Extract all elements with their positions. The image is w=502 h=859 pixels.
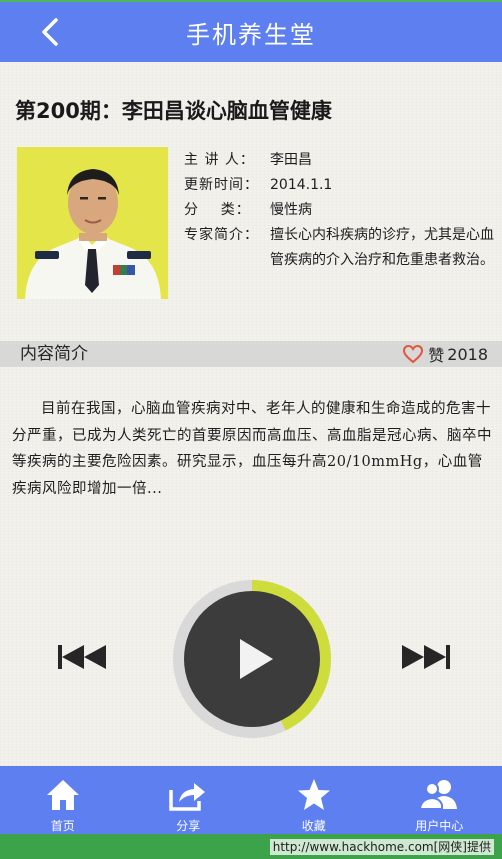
expert-bio: 擅长心内科疾病的诊疗，尤其是心血管疾病的介入治疗和危重患者救治。 xyxy=(270,227,494,268)
tab-home-label: 首页 xyxy=(50,819,75,833)
speaker-row: 主 讲 人： 李田昌 xyxy=(184,148,494,173)
updated-value: 2014.1.1 xyxy=(270,177,333,193)
speaker-value: 李田昌 xyxy=(270,152,312,168)
next-button[interactable] xyxy=(400,643,452,671)
category-label: 分 类： xyxy=(184,202,251,218)
tab-share[interactable]: 分享 xyxy=(133,766,243,834)
heart-icon xyxy=(403,344,424,364)
back-button[interactable] xyxy=(28,14,72,50)
back-chevron-icon xyxy=(42,18,58,46)
updated-label: 更新时间： xyxy=(184,177,259,193)
speaker-label: 主 讲 人： xyxy=(184,152,255,168)
watermark-text: http://www.hackhome.com[网侠]提供 xyxy=(269,839,494,855)
tab-user-center[interactable]: 用户中心 xyxy=(384,766,494,834)
like-label: 赞 xyxy=(428,346,445,365)
updated-row: 更新时间： 2014.1.1 xyxy=(184,173,494,198)
tab-share-label: 分享 xyxy=(176,819,201,833)
star-icon xyxy=(294,778,334,812)
like-button[interactable]: 赞 2018 xyxy=(402,342,488,366)
like-count: 2018 xyxy=(447,344,488,364)
bottom-tab-bar: 首页 分享 收藏 用户中心 xyxy=(0,766,502,834)
expert-label: 专家简介： xyxy=(184,227,259,243)
play-icon xyxy=(240,639,273,679)
audio-player xyxy=(0,575,502,738)
users-icon xyxy=(419,778,459,812)
previous-button[interactable] xyxy=(58,643,108,671)
category-row: 分 类： 慢性病 xyxy=(184,198,494,223)
tab-home[interactable]: 首页 xyxy=(8,766,118,834)
app-header: 手机养生堂 xyxy=(0,2,502,62)
tab-favorites[interactable]: 收藏 xyxy=(259,766,369,834)
home-icon xyxy=(43,778,83,812)
category-value: 慢性病 xyxy=(270,202,312,218)
tab-favorites-label: 收藏 xyxy=(301,819,326,833)
expert-row: 专家简介： 擅长心内科疾病的诊疗，尤其是心血管疾病的介入治疗和危重患者救治。 xyxy=(184,223,494,273)
share-icon xyxy=(168,778,208,812)
episode-title: 第200期：李田昌谈心脑血管健康 xyxy=(15,99,332,123)
content-summary: 目前在我国，心脑血管疾病对中、老年人的健康和生命造成的危害十分严重，已成为人类死… xyxy=(12,401,492,497)
play-button[interactable] xyxy=(184,591,320,727)
tab-user-center-label: 用户中心 xyxy=(415,819,464,833)
skip-next-icon xyxy=(402,645,450,669)
intro-section-bar: 内容简介 赞 2018 xyxy=(0,341,502,367)
page-title: 手机养生堂 xyxy=(186,20,316,49)
intro-heading: 内容简介 xyxy=(20,344,88,364)
expert-portrait xyxy=(17,147,168,299)
skip-previous-icon xyxy=(58,645,106,669)
episode-info: 主 讲 人： 李田昌 更新时间： 2014.1.1 分 类： 慢性病 专家简介：… xyxy=(184,148,494,273)
